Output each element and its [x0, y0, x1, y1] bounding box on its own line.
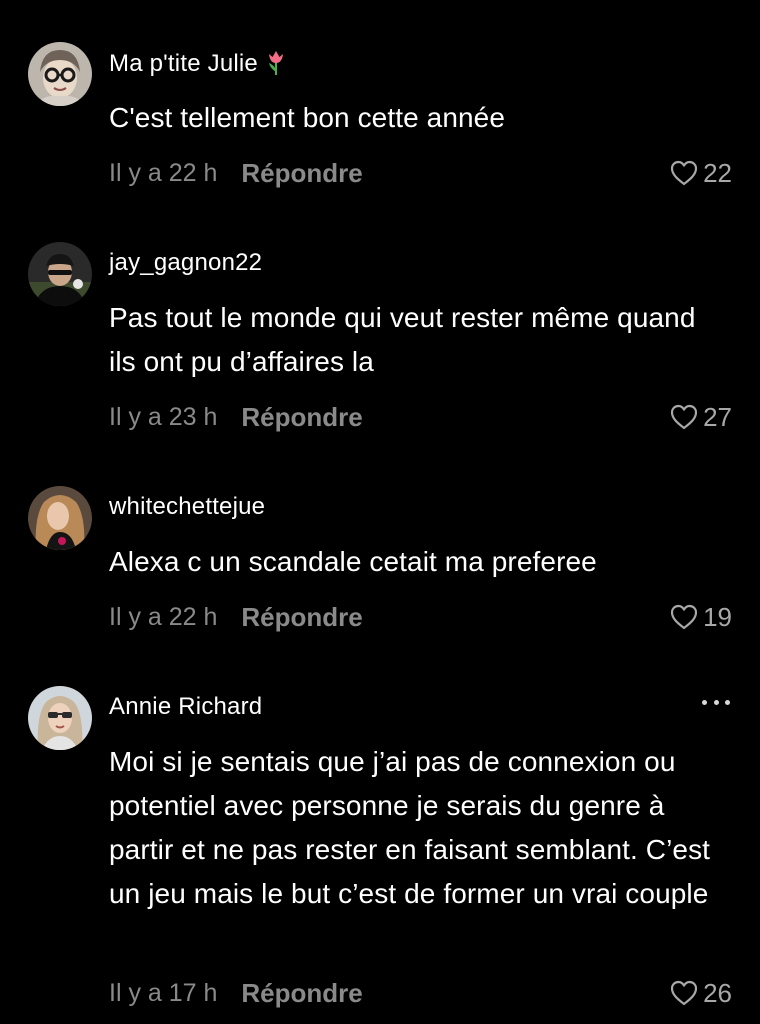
like-button[interactable]: 27 [669, 401, 732, 433]
comment-text: Pas tout le monde qui veut rester même q… [109, 302, 696, 377]
username-text: Ma p'tite Julie [109, 50, 258, 77]
avatar-woman-sunglasses-icon [28, 686, 92, 750]
like-button[interactable]: 22 [669, 157, 732, 189]
tulip-icon [264, 48, 288, 84]
avatar[interactable] [28, 486, 92, 550]
comment-meta: Il y a 23 h Répondre [109, 401, 363, 433]
avatar-woman-glasses-icon [28, 42, 92, 106]
reply-button[interactable]: Répondre [241, 402, 362, 433]
comment-meta: Il y a 22 h Répondre [109, 157, 363, 189]
username[interactable]: jay_gagnon22 [109, 248, 262, 278]
like-count: 19 [703, 601, 732, 632]
timestamp: Il y a 22 h [109, 158, 218, 187]
username[interactable]: Annie Richard [109, 692, 262, 722]
comment-text: Moi si je sentais que j’ai pas de connex… [109, 746, 711, 909]
like-button[interactable]: 19 [669, 601, 732, 633]
like-count: 27 [703, 401, 732, 432]
heart-icon [670, 604, 698, 630]
reply-button[interactable]: Répondre [241, 158, 362, 189]
heart-icon [670, 980, 698, 1006]
avatar-man-cap-icon [28, 242, 92, 306]
avatar-woman-curly-hair-icon [28, 486, 92, 550]
like-count: 22 [703, 157, 732, 188]
heart-icon [670, 160, 698, 186]
username[interactable]: Ma p'tite Julie [109, 48, 288, 84]
username[interactable]: whitechettejue [109, 492, 265, 522]
comment-text: C'est tellement bon cette année [109, 102, 506, 133]
like-button[interactable]: 26 [669, 977, 732, 1009]
comment-meta: Il y a 17 h Répondre [109, 977, 363, 1009]
avatar[interactable] [28, 42, 92, 106]
more-options-icon[interactable] [702, 692, 730, 712]
comment-meta: Il y a 22 h Répondre [109, 601, 363, 633]
avatar[interactable] [28, 242, 92, 306]
comment-text: Alexa c un scandale cetait ma preferee [109, 546, 597, 577]
heart-icon [670, 404, 698, 430]
timestamp: Il y a 23 h [109, 402, 218, 431]
avatar[interactable] [28, 686, 92, 750]
timestamp: Il y a 17 h [109, 978, 218, 1007]
like-count: 26 [703, 977, 732, 1008]
timestamp: Il y a 22 h [109, 602, 218, 631]
reply-button[interactable]: Répondre [241, 978, 362, 1009]
reply-button[interactable]: Répondre [241, 602, 362, 633]
